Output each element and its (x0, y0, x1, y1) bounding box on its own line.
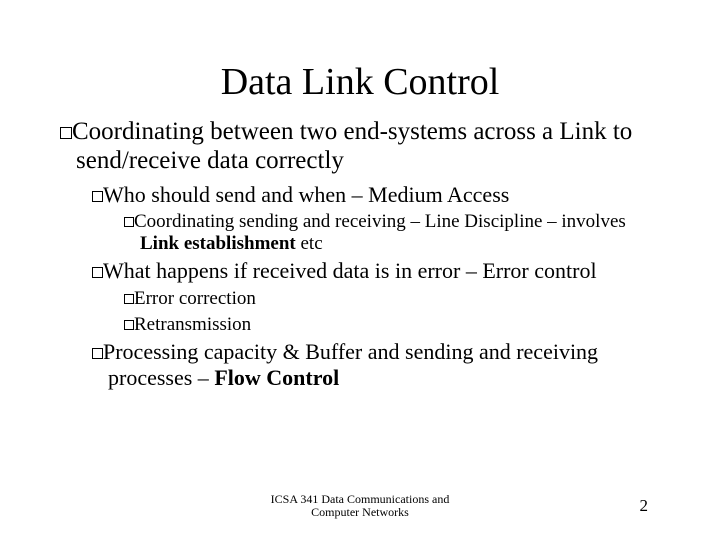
bullet-level3-line-discipline: Coordinating sending and receiving – Lin… (140, 211, 660, 255)
bullet-text-bold: Flow Control (214, 365, 339, 390)
bullet-text: Retransmission (134, 314, 251, 335)
bullet-text-bold: Link establishment (140, 233, 296, 254)
bullet-text: Coordinating between two end-systems acr… (72, 118, 632, 174)
square-bullet-icon (92, 267, 103, 278)
square-bullet-icon (92, 348, 103, 359)
bullet-text: What happens if received data is in erro… (103, 258, 597, 283)
bullet-level3-error-correction: Error correction (140, 288, 660, 310)
slide-title: Data Link Control (60, 60, 660, 104)
bullet-text-pre: Processing capacity & Buffer and sending… (103, 339, 598, 389)
square-bullet-icon (124, 320, 134, 330)
square-bullet-icon (60, 127, 72, 139)
bullet-text-post: etc (296, 233, 323, 254)
footer-line1: ICSA 341 Data Communications and (271, 492, 450, 506)
bullet-text: Error correction (134, 288, 256, 309)
footer-text: ICSA 341 Data Communications and Compute… (260, 493, 460, 519)
square-bullet-icon (124, 294, 134, 304)
bullet-level2-medium-access: Who should send and when – Medium Access (108, 182, 660, 207)
bullet-level1-coordinating: Coordinating between two end-systems acr… (76, 118, 660, 176)
slide-footer: ICSA 341 Data Communications and Compute… (0, 493, 720, 520)
square-bullet-icon (92, 191, 103, 202)
page-number: 2 (640, 496, 649, 516)
slide-content: Data Link Control Coordinating between t… (0, 0, 720, 390)
bullet-level2-flow-control: Processing capacity & Buffer and sending… (108, 339, 660, 390)
bullet-level3-retransmission: Retransmission (140, 314, 660, 336)
bullet-text-pre: Coordinating sending and receiving – Lin… (134, 211, 626, 232)
bullet-text: Who should send and when – Medium Access (103, 182, 509, 207)
footer-line2: Computer Networks (311, 505, 409, 519)
bullet-level2-error-control: What happens if received data is in erro… (108, 258, 660, 283)
square-bullet-icon (124, 217, 134, 227)
